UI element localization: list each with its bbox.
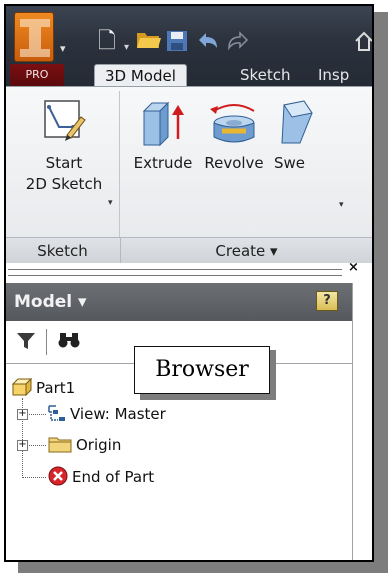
model-browser: × Model ▾ ? Part1 + View: Master + Origi… [6, 260, 372, 560]
tree-item-view-master[interactable]: View: Master [48, 404, 166, 424]
sweep-button[interactable]: Swe [274, 97, 334, 174]
revolve-button[interactable]: Revolve [201, 97, 267, 174]
tree-connector [22, 477, 46, 478]
end-of-part-icon [48, 466, 68, 486]
sweep-label: Swe [274, 154, 306, 172]
home-icon[interactable] [354, 30, 372, 58]
open-folder-icon[interactable] [136, 30, 162, 56]
title-bar: ▾ PRO 🗋 ▾ 3D Model Sketch Insp [6, 6, 372, 89]
create-panel-label[interactable]: Create ▾ [120, 238, 372, 264]
tree-item-part1[interactable]: Part1 [12, 378, 75, 398]
tree-item-label: Part1 [36, 379, 76, 397]
graphics-window-edge [352, 283, 372, 560]
save-icon[interactable] [166, 30, 188, 58]
browser-callout-label: Browser [134, 346, 270, 394]
browser-title-dropdown[interactable]: Model ▾ [14, 283, 87, 321]
browser-header: Model ▾ ? [6, 283, 352, 321]
tab-sketch[interactable]: Sketch [230, 64, 301, 88]
chevron-down-icon[interactable]: ▾ [108, 198, 113, 208]
folder-icon [48, 437, 72, 453]
extrude-label: Extrude [133, 154, 193, 172]
tree-item-label: Origin [76, 436, 122, 454]
start-sketch-label-1: Start [45, 154, 83, 172]
start-2d-sketch-button[interactable]: Start 2D Sketch [14, 97, 114, 195]
sweep-icon [281, 100, 313, 144]
help-icon[interactable]: ? [316, 291, 338, 311]
sketch-panel-label[interactable]: Sketch [6, 238, 119, 264]
expand-toggle[interactable]: + [17, 409, 28, 420]
tab-inspect[interactable]: Insp [308, 64, 349, 88]
chevron-down-icon[interactable]: ▾ [124, 36, 129, 60]
filter-icon[interactable] [16, 331, 36, 354]
tree-item-label: End of Part [72, 468, 155, 486]
revolve-icon [210, 104, 255, 143]
close-icon[interactable]: × [348, 260, 359, 275]
expand-toggle[interactable]: + [17, 440, 28, 451]
inventor-logo-icon [14, 12, 54, 62]
tree-item-label: View: Master [70, 405, 166, 423]
redo-icon[interactable] [226, 30, 250, 58]
toolbar-divider [46, 329, 47, 355]
sketch-icon [44, 100, 86, 141]
revolve-label: Revolve [204, 154, 264, 172]
chevron-down-icon[interactable]: ▾ [339, 200, 344, 210]
start-sketch-label-2: 2D Sketch [25, 175, 103, 193]
panel-label-bar: Sketch Create ▾ [6, 237, 372, 264]
part-icon [12, 378, 32, 396]
panel-grip-handle[interactable] [8, 269, 342, 276]
extrude-icon [142, 101, 184, 147]
chevron-down-icon: ▾ [60, 42, 66, 55]
tree-item-end-of-part[interactable]: End of Part [48, 466, 154, 487]
application-window: ▾ PRO 🗋 ▾ 3D Model Sketch Insp Start 2D … [4, 4, 374, 562]
tree-item-origin[interactable]: Origin [48, 435, 121, 455]
product-badge: PRO [10, 64, 64, 86]
find-binoculars-icon[interactable] [58, 331, 80, 354]
new-document-icon[interactable]: 🗋 [98, 30, 116, 54]
application-menu-button[interactable]: ▾ PRO [8, 8, 78, 86]
panel-divider [119, 91, 120, 237]
extrude-button[interactable]: Extrude [127, 97, 199, 174]
undo-icon[interactable] [196, 30, 220, 58]
view-rep-icon [48, 405, 65, 421]
ribbon-panel: Start 2D Sketch ▾ Extrude Revolve Swe ▾ … [6, 86, 372, 264]
